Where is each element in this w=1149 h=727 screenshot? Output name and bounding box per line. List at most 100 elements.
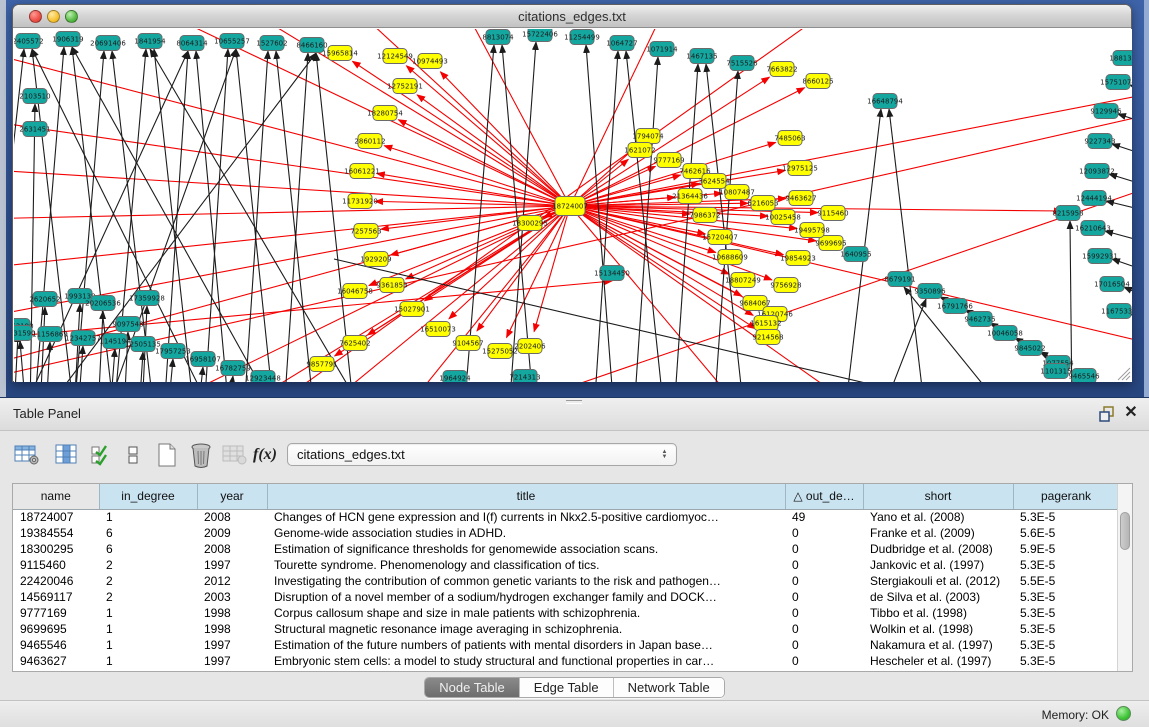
graph-node-label: 18280754 xyxy=(367,110,403,118)
table-cell: 9777169 xyxy=(13,605,99,621)
network-view-window: citations_edges.txt 18724007240557219063… xyxy=(12,4,1132,382)
graph-node-label: 16046758 xyxy=(337,288,373,296)
table-select-dropdown[interactable]: citations_edges.txt ▲▼ xyxy=(287,443,677,466)
table-cell: 5.9E-5 xyxy=(1013,541,1119,557)
table-row[interactable]: 946362711997Embryonic stem cells: a mode… xyxy=(13,653,1119,669)
table-row[interactable]: 969969511998Structural magnetic resonanc… xyxy=(13,621,1119,637)
graph-edge xyxy=(228,376,233,382)
graph-node-label: 16648794 xyxy=(867,98,903,106)
column-header[interactable]: △ out_de… xyxy=(785,484,863,509)
graph-node-label: 10046058 xyxy=(987,330,1023,338)
table-body: 1872400712008Changes of HCN gene express… xyxy=(13,509,1119,669)
table-scrollbar-thumb[interactable] xyxy=(1120,512,1130,550)
graph-node-label: 18300295 xyxy=(512,220,548,228)
table-row[interactable]: 977716911998Corpus callosum shape and si… xyxy=(13,605,1119,621)
table-cell: 5.3E-5 xyxy=(1013,605,1119,621)
graph-node-label: 8215958 xyxy=(1052,210,1083,218)
table-row[interactable]: 1830029562008Estimation of significance … xyxy=(13,541,1119,557)
table-cell: 18300295 xyxy=(13,541,99,557)
rows-icon[interactable] xyxy=(118,439,148,471)
table-cell: 6 xyxy=(99,541,197,557)
network-canvas[interactable]: 1872400724055721906319206914061841954806… xyxy=(14,29,1132,382)
table-cell: Wolkin et al. (1998) xyxy=(863,621,1013,637)
graph-edge xyxy=(20,341,26,382)
column-header[interactable]: title xyxy=(267,484,785,509)
graph-nodes[interactable]: 1872400724055721906319206914061841954806… xyxy=(14,29,1132,382)
table-cell: 5.3E-5 xyxy=(1013,621,1119,637)
show-columns-icon[interactable] xyxy=(52,439,82,471)
table-row[interactable]: 911546021997Tourette syndrome. Phenomeno… xyxy=(13,557,1119,573)
memory-ok-icon[interactable] xyxy=(1116,706,1131,721)
graph-node-label: 9227343 xyxy=(1084,138,1115,146)
close-panel-icon[interactable]: ✕ xyxy=(1123,404,1139,422)
graph-edge xyxy=(889,109,925,382)
graph-node-label: 3624554 xyxy=(698,178,730,186)
column-header[interactable]: year xyxy=(197,484,267,509)
table-cell: 5.6E-5 xyxy=(1013,525,1119,541)
float-panel-icon[interactable] xyxy=(1099,406,1115,422)
table-row[interactable]: 2242004622012Investigating the contribut… xyxy=(13,573,1119,589)
graph-node-label: 1101315 xyxy=(1040,368,1071,376)
dropdown-arrows-icon: ▲▼ xyxy=(660,446,669,464)
graph-node-label: 20691406 xyxy=(90,40,126,48)
table-cell: 2008 xyxy=(197,541,267,557)
function-builder-icon[interactable]: f(x) xyxy=(250,439,280,471)
column-header[interactable]: pagerank xyxy=(1013,484,1119,509)
graph-edge xyxy=(198,367,203,382)
graph-node-label: 7515526 xyxy=(726,60,758,68)
table-row[interactable]: 946554611997Estimation of the future num… xyxy=(13,637,1119,653)
window-titlebar[interactable]: citations_edges.txt xyxy=(13,5,1131,28)
graph-node-label: 10807487 xyxy=(719,189,755,197)
graph-node-label: 7986372 xyxy=(689,212,720,220)
select-checklist-icon[interactable] xyxy=(86,439,116,471)
column-header[interactable]: short xyxy=(863,484,1013,509)
table-cell: Nakamura et al. (1997) xyxy=(863,637,1013,653)
tab-network-table[interactable]: Network Table xyxy=(614,678,724,697)
column-header[interactable]: in_degree xyxy=(99,484,197,509)
new-column-icon[interactable] xyxy=(152,439,182,471)
graph-edge xyxy=(1109,174,1132,191)
graph-node-label: 7663822 xyxy=(766,66,797,74)
table-cell: 5.3E-5 xyxy=(1013,589,1119,605)
canvas-resize-grip[interactable] xyxy=(1118,368,1130,380)
node-table: namein_degreeyeartitle△ out_de…shortpage… xyxy=(13,484,1120,669)
graph-node-label: 9857791 xyxy=(306,361,337,369)
table-cell: Corpus callosum shape and size in male p… xyxy=(267,605,785,621)
graph-node-label: 12342757 xyxy=(65,335,101,343)
graph-edge xyxy=(1106,201,1132,215)
table-cell: 2 xyxy=(99,557,197,573)
delete-column-icon[interactable] xyxy=(186,439,216,471)
import-table-icon xyxy=(220,439,250,471)
graph-node-label: 15751074 xyxy=(1100,79,1132,87)
graph-edge xyxy=(417,95,570,206)
graph-edge xyxy=(1070,221,1072,382)
graph-edge xyxy=(110,349,115,382)
column-header[interactable]: name xyxy=(13,484,99,509)
table-panel: Table Panel ✕ xyxy=(0,397,1149,727)
graph-node-label: 9463627 xyxy=(785,195,816,203)
tab-edge-table[interactable]: Edge Table xyxy=(520,678,614,697)
table-cell: Tourette syndrome. Phenomenology and cla… xyxy=(267,557,785,573)
graph-node-label: 15965814 xyxy=(322,50,358,58)
table-cell: Embryonic stem cells: a model to study s… xyxy=(267,653,785,669)
panel-divider-grip[interactable] xyxy=(566,400,582,404)
graph-edge xyxy=(1105,231,1132,247)
table-row[interactable]: 1456911722003Disruption of a novel membe… xyxy=(13,589,1119,605)
table-cell: 5.5E-5 xyxy=(1013,573,1119,589)
table-cell: 5.3E-5 xyxy=(1013,509,1119,525)
table-cell: 2 xyxy=(99,573,197,589)
window-title: citations_edges.txt xyxy=(13,9,1131,24)
graph-node-label: 20206536 xyxy=(85,300,121,308)
graph-node-label: 9699695 xyxy=(815,240,846,248)
table-row[interactable]: 1938455462009Genome-wide association stu… xyxy=(13,525,1119,541)
graph-node-label: 9462735 xyxy=(964,316,995,324)
table-scrollbar[interactable] xyxy=(1117,484,1132,672)
table-cell: 0 xyxy=(785,541,863,557)
table-row[interactable]: 1872400712008Changes of HCN gene express… xyxy=(13,509,1119,525)
graph-edge xyxy=(352,61,570,206)
table-mode-icon[interactable] xyxy=(12,439,42,471)
table-cell: 2008 xyxy=(197,509,267,525)
graph-node-label: 10025458 xyxy=(765,214,801,222)
tab-node-table[interactable]: Node Table xyxy=(425,678,520,697)
graph-node-label: 18807249 xyxy=(725,277,761,285)
